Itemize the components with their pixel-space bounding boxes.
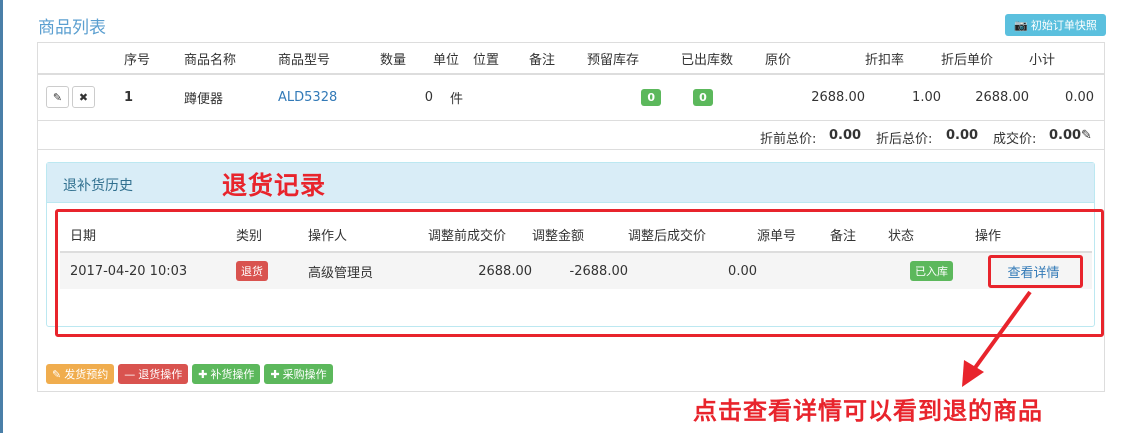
row-note [529, 74, 587, 121]
annotation-highlight-box [55, 209, 1104, 337]
col-name: 商品名称 [184, 44, 278, 75]
delete-button[interactable]: ✖ [72, 86, 95, 109]
total-after-label: 折后总价: [876, 132, 933, 147]
reserved-badge: 0 [641, 88, 661, 106]
reserve-button[interactable]: ✎ 发货预约 [46, 364, 115, 384]
row-name: 蹲便器 [184, 74, 278, 121]
col-discount: 折扣率 [865, 44, 941, 75]
replenish-button-label: 补货操作 [210, 368, 255, 381]
col-subtotal: 小计 [1029, 44, 1104, 75]
return-button[interactable]: — 退货操作 [118, 364, 189, 384]
close-icon: ✖ [78, 90, 89, 104]
annotation-details-box [988, 255, 1083, 288]
edit-button[interactable]: ✎ [46, 86, 69, 109]
total-before-value: 0.00 [829, 128, 862, 143]
col-reserved: 预留库存 [587, 44, 681, 75]
purchase-button-label: 采购操作 [282, 368, 327, 381]
table-row: ✎ ✖ 1 蹲便器 ALD5328 0 件 0 0 2688.00 1.00 26… [38, 74, 1104, 121]
history-panel-header: 退补货历史 [47, 163, 1094, 203]
col-disc-price: 折后单价 [941, 44, 1029, 75]
col-index: 序号 [124, 44, 184, 75]
col-shipped: 已出库数 [681, 44, 765, 75]
annotation-instruction: 点击查看详情可以看到退的商品 [693, 397, 1043, 425]
col-actions [38, 44, 124, 75]
col-model: 商品型号 [278, 44, 380, 75]
goods-header-row: 序号 商品名称 商品型号 数量 单位 位置 备注 预留库存 已出库数 原价 折扣… [38, 44, 1104, 75]
row-subtotal: 0.00 [1029, 74, 1104, 121]
left-border [0, 0, 3, 433]
col-note: 备注 [529, 44, 587, 75]
col-location: 位置 [473, 44, 529, 75]
pencil-icon: ✎ [52, 367, 62, 381]
camera-icon: 📷 [1014, 18, 1028, 32]
total-after-value: 0.00 [946, 128, 979, 143]
return-button-label: 退货操作 [138, 368, 183, 381]
reserve-button-label: 发货预约 [64, 368, 109, 381]
shipped-badge: 0 [693, 88, 713, 106]
col-orig-price: 原价 [765, 44, 865, 75]
replenish-button[interactable]: ✚ 补货操作 [192, 364, 261, 384]
edit-deal-price-icon[interactable]: ✎ [1081, 128, 1092, 143]
annotation-return-records: 退货记录 [222, 171, 327, 200]
row-unit: 件 [433, 74, 473, 121]
purchase-button[interactable]: ✚ 采购操作 [264, 364, 333, 384]
deal-price-value: 0.00 [1049, 128, 1082, 143]
section-title: 商品列表 [38, 18, 106, 38]
plus-icon: ✚ [198, 367, 208, 381]
row-qty: 0 [380, 74, 433, 121]
col-qty: 数量 [380, 44, 433, 75]
row-orig-price: 2688.00 [765, 74, 865, 121]
row-disc-price: 2688.00 [941, 74, 1029, 121]
deal-price-label: 成交价: [993, 132, 1037, 147]
row-location [473, 74, 529, 121]
snapshot-button[interactable]: 📷 初始订单快照 [1005, 14, 1106, 36]
snapshot-button-label: 初始订单快照 [1030, 19, 1097, 32]
row-index: 1 [124, 74, 184, 121]
plus-icon: ✚ [270, 367, 280, 381]
col-unit: 单位 [433, 44, 473, 75]
history-panel-title: 退补货历史 [63, 178, 133, 194]
goods-table: 序号 商品名称 商品型号 数量 单位 位置 备注 预留库存 已出库数 原价 折扣… [38, 44, 1104, 121]
row-model-link[interactable]: ALD5328 [278, 74, 380, 121]
totals-bar: 折前总价: 0.00 折后总价: 0.00 成交价: 0.00 ✎ [38, 120, 1104, 150]
row-discount: 1.00 [865, 74, 941, 121]
total-before-label: 折前总价: [760, 132, 817, 147]
action-button-bar: ✎ 发货预约 — 退货操作 ✚ 补货操作 ✚ 采购操作 [46, 364, 333, 384]
pencil-icon: ✎ [52, 90, 63, 104]
minus-icon: — [124, 367, 136, 381]
